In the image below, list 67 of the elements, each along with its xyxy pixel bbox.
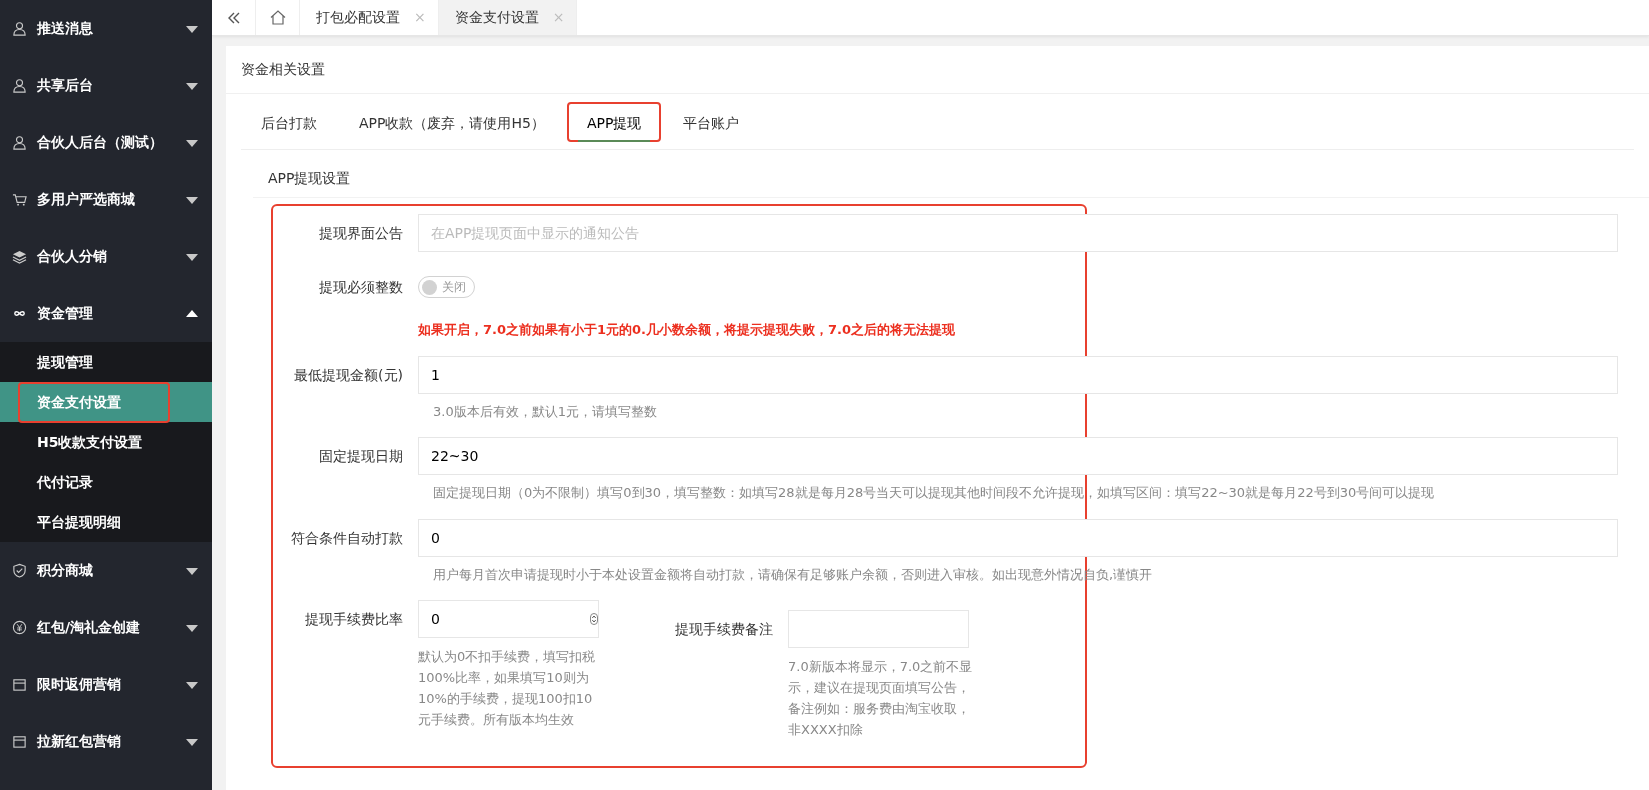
caret-icon [186,195,198,204]
sidebar-menu-item[interactable]: 多用户严选商城 [0,171,212,228]
sidebar-menu-item[interactable]: 合伙人分销 [0,228,212,285]
sidebar-subitem[interactable]: 平台提现明细 [0,502,212,542]
double-chevron-icon [226,11,241,24]
shield-icon [12,563,27,578]
caret-icon [186,737,198,746]
sidebar-menu-item[interactable]: 资金管理 [0,285,212,342]
sidebar-subitem[interactable]: 提现管理 [0,342,212,382]
calendar-icon [12,734,27,749]
settings-tab[interactable]: 后台打款 [241,101,337,142]
settings-tab[interactable]: APP提现 [566,101,662,142]
field-label: 提现手续费备注 [674,620,774,639]
settings-tab[interactable]: APP收款（废弃，请使用H5） [339,101,565,142]
caret-icon [186,680,198,689]
field-label: 固定提现日期 [318,447,404,466]
caret-icon [186,252,198,261]
field-label: 提现必须整数 [318,278,404,297]
field-label: 提现界面公告 [318,224,404,243]
sidebar-menu-item[interactable]: 限时返佣营销 [0,656,212,713]
sidebar-subitem[interactable]: 代付记录 [0,462,212,502]
field-hint: 7.0新版本将显示，7.0之前不显示，建议在提现页面填写公告，备注例如：服务费由淘宝收取，非XXXX扣除 [788,658,974,739]
field-label: 最低提现金额(元) [293,365,404,385]
caret-icon [186,138,198,147]
spinner-icon[interactable] [590,613,598,625]
field-hint: 固定提现日期（0为不限制）填写0到30，填写整数：如填写28就是每月28号当天可以提现其他时间段不允许提现，如填写区间：填写22~30就是每月22号到30号间可以提现 [433,484,1435,502]
sidebar-menu-item[interactable]: 共享后台 [0,57,212,114]
page-tab-label: 打包必配设置 [316,8,400,27]
calendar-icon [12,677,27,692]
layers-icon [12,249,27,264]
caret-icon [186,566,198,575]
caret-icon [186,24,198,33]
caret-icon [186,81,198,90]
input-field[interactable]: 在APP提现页面中显示的通知公告 [418,214,1618,252]
page-tab[interactable]: 资金支付设置 × [438,0,578,35]
home-button[interactable] [256,0,300,35]
page-tab[interactable]: 打包必配设置 × [300,0,439,35]
sidebar-menu-item[interactable]: 合伙人后台（测试） [0,114,212,171]
field-hint: 默认为0不扣手续费，填写扣税100%比率，如果填写10则为10%的手续费，提现100扣10元手续费。所有版本均生效 [418,648,597,729]
input-field[interactable] [788,610,969,648]
caret-icon [186,309,198,318]
sidebar-menu-item[interactable]: 推送消息 [0,0,212,57]
user-icon [12,135,27,150]
user-icon [12,21,27,36]
field-hint: 3.0版本后有效，默认1元，请填写整数 [433,402,657,421]
caret-icon [186,623,198,632]
collapse-button[interactable] [212,0,256,35]
field-label: 符合条件自动打款 [290,528,404,548]
card-title: 资金相关设置 [226,46,1649,94]
sidebar-subitem[interactable]: 资金支付设置 [0,382,212,422]
sidebar-menu-item[interactable]: 积分商城 [0,542,212,599]
warning-text: 如果开启，7.0之前如果有小于1元的0.几小数余额，将提示提现失败，7.0之后的将无法提现 [418,321,956,339]
page-tab-label: 资金支付设置 [454,8,539,27]
section-title: APP提现设置 [253,158,1649,198]
home-icon [269,10,286,25]
field-label: 提现手续费比率 [304,610,404,629]
input-field[interactable]: 0 [418,600,599,638]
settings-tab[interactable]: 平台账户 [663,101,760,142]
input-field[interactable]: 1 [418,355,1618,394]
user-icon [12,78,27,93]
sidebar-subitem[interactable]: H5收款支付设置 [0,422,212,462]
cart-icon [12,192,27,207]
yen-icon [12,620,27,635]
sidebar-menu-item[interactable]: 红包/淘礼金创建 [0,599,212,656]
sidebar-menu-item[interactable]: 拉新红包营销 [0,713,212,770]
input-field[interactable]: 22~30 [418,437,1618,475]
input-field[interactable]: 0 [418,518,1618,557]
